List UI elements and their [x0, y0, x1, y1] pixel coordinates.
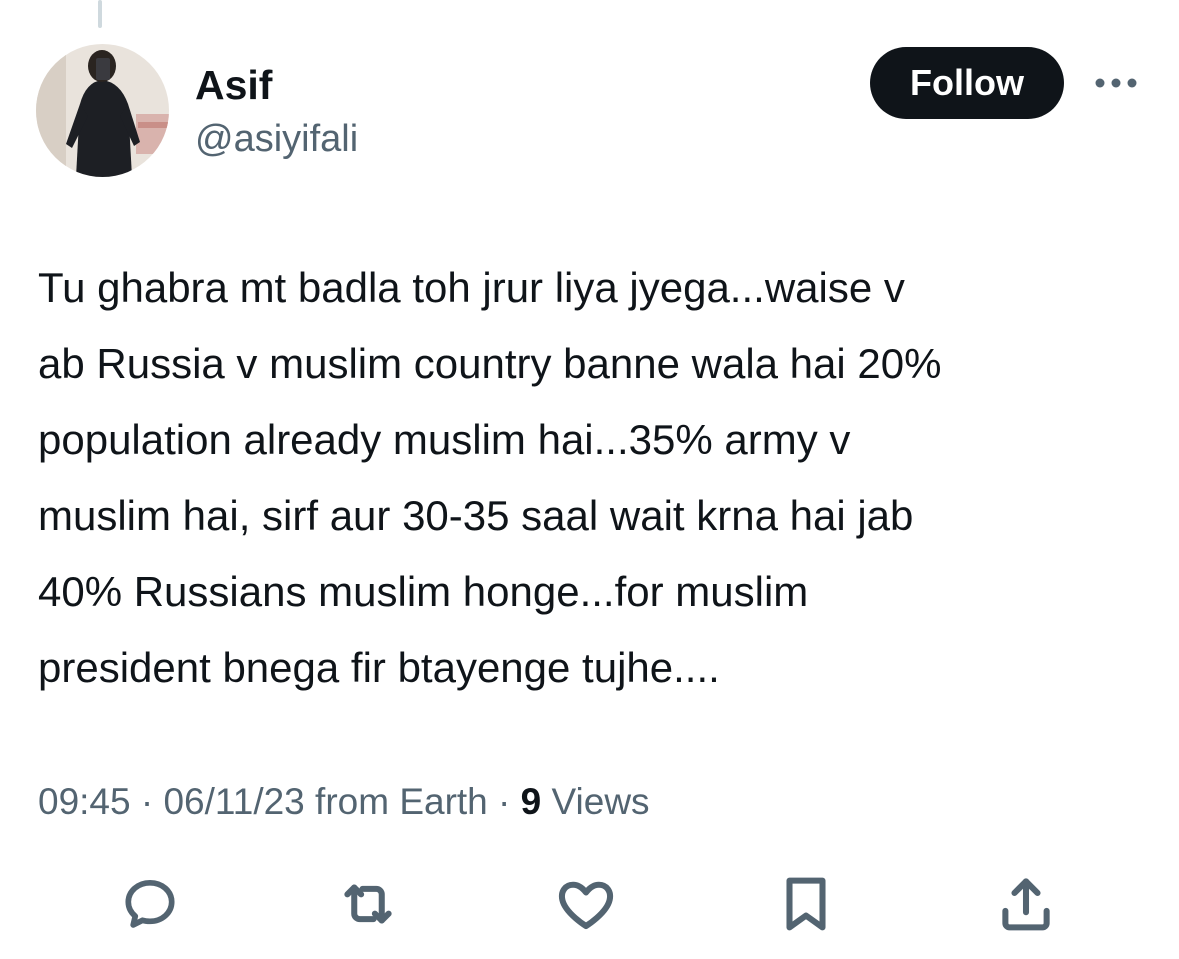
author-handle[interactable]: @asiyifali: [195, 115, 358, 163]
bookmark-button[interactable]: [770, 868, 842, 940]
views-count: 9: [520, 781, 542, 822]
heart-icon: [558, 881, 614, 930]
tweet-action-bar: [0, 868, 1179, 940]
share-icon: [1002, 878, 1050, 931]
more-options-button[interactable]: [1090, 66, 1142, 100]
reply-icon: [125, 879, 175, 928]
tweet-date-source[interactable]: 06/11/23 from Earth: [163, 781, 487, 822]
more-dots-icon: [1095, 78, 1137, 88]
views-label: Views: [541, 781, 650, 822]
meta-separator: ·: [487, 781, 521, 822]
author-display-name[interactable]: Asif: [195, 60, 272, 110]
tweet-time[interactable]: 09:45: [38, 781, 131, 822]
retweet-button[interactable]: [332, 868, 404, 940]
tweet-meta: 09:45 · 06/11/23 from Earth · 9 Views: [38, 778, 650, 826]
follow-button[interactable]: Follow: [870, 47, 1064, 119]
share-button[interactable]: [990, 868, 1062, 940]
retweet-icon: [344, 884, 392, 924]
avatar-photo: [36, 44, 169, 177]
thread-connector-line: [98, 0, 102, 28]
like-button[interactable]: [550, 868, 622, 940]
avatar[interactable]: [36, 44, 169, 177]
reply-button[interactable]: [114, 868, 186, 940]
meta-separator: ·: [130, 781, 164, 822]
tweet-text: Tu ghabra mt badla toh jrur liya jyega..…: [38, 264, 942, 691]
bookmark-icon: [786, 877, 826, 931]
